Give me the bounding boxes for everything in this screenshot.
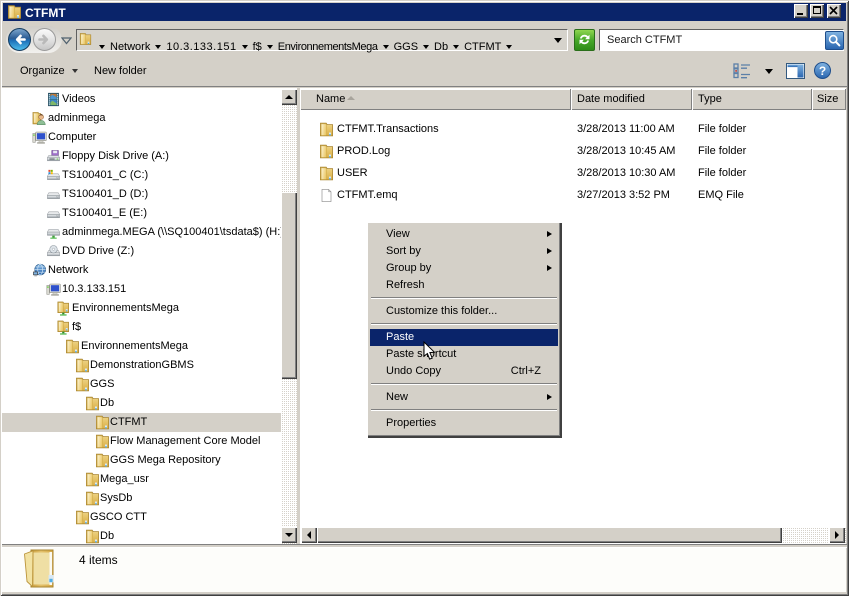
svg-text:?: ? bbox=[819, 64, 826, 78]
